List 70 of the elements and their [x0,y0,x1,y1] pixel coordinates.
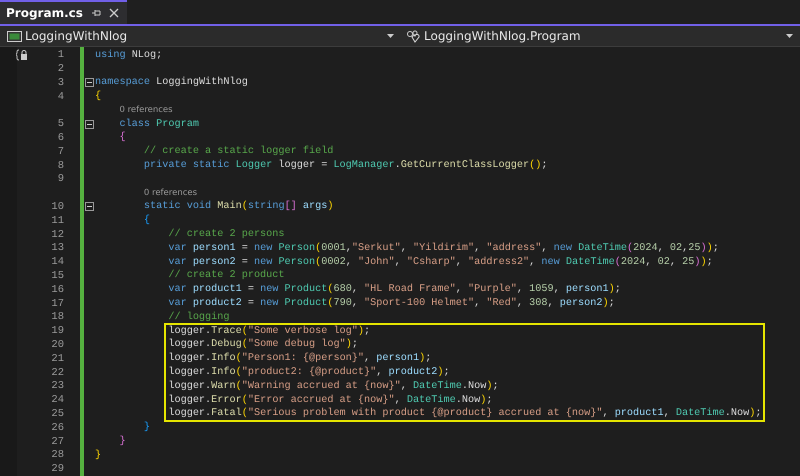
code-line: var product2 = new Product(790, "Sport-100 Helmet", "Red", 308, person2); [168,298,615,310]
line-number: 24 [51,394,64,406]
code-line: } [119,436,126,447]
references-codelens[interactable]: 0 references [119,104,173,115]
code-line: } [144,422,150,434]
code-line: logger.Warn("Warning accrued at {now}", DateTime.Now); [168,380,499,392]
line-number: 3 [58,76,64,89]
line-number: 16 [51,284,64,296]
code-line: using NLog; [95,50,162,61]
line-number: 6 [58,132,64,144]
code-line: // create a static logger field [144,146,334,158]
line-number: 5 [58,118,64,130]
collapse-icon[interactable] [85,78,94,88]
line-number: 19 [51,325,64,338]
line-number: 1 [58,49,64,62]
line-number: 11 [51,214,64,227]
code-line: var person2 = new Person(0002, "John", "Csharp", "address2", new DateTime(2024, 02, 25)); [168,256,713,268]
class-icon [406,30,421,43]
code-line: class Program [119,118,199,130]
line-number: 12 [51,228,64,241]
line-number: 13 [51,242,64,254]
code-line: logger.Info("Person1: {@person}", person1); [168,353,432,364]
line-number: 28 [51,449,64,462]
code-line: logger.Error("Error accrued at {now}", DateTime.Now); [168,394,492,406]
code-line: { [95,91,102,102]
code-line: private static Logger logger = LogManager.GetCurrentClassLogger(); [144,160,548,172]
line-number: 21 [51,352,64,365]
line-number: 25 [51,408,64,420]
line-number: 17 [51,298,64,310]
code-line: static void Main(string[] args) [144,201,334,212]
line-number: 26 [51,422,64,434]
file-tab[interactable]: Program.cs [0,0,127,24]
line-number: 29 [51,463,64,476]
caret-icon [786,34,793,38]
code-line: logger.Fatal("Serious problem with product {@product} accrued at {now}", product1, DateTime.Now); [168,408,762,420]
line-number: 22 [51,366,64,379]
line-number: 10 [51,200,64,213]
caret-icon [387,34,394,38]
code-line: logger.Debug("Some debug log"); [168,339,358,350]
code-line: } [95,450,102,461]
line-number: 23 [51,380,64,392]
line-number: 8 [58,160,64,172]
code-line: // create 2 product [168,270,285,282]
line-number: 15 [51,270,64,282]
code-line: var product1 = new Product(680, "HL Road Frame", "Purple", 1059, person1); [168,284,621,296]
code-line: logger.Info("product2: {@product}", product2); [168,367,450,378]
line-number: 18 [51,311,64,324]
code-line: logger.Trace("Some verbose log"); [168,326,370,337]
braces-lock-icon [16,49,30,62]
pin-icon[interactable] [90,8,101,18]
line-number: 7 [58,146,64,158]
line-number: 20 [51,338,64,351]
project-dropdown[interactable]: LoggingWithNlog [3,26,398,46]
code-line: // logging [168,312,230,323]
csharp-project-icon [7,30,22,42]
code-line: var person1 = new Person(0001,"Serkut", "Yildirim", "address", new DateTime(2024, 02,25)); [168,242,719,254]
collapse-icon[interactable] [85,202,94,212]
code-line: // create 2 persons [168,229,285,240]
collapse-icon[interactable] [85,120,94,129]
line-number: 9 [58,173,64,186]
close-icon[interactable] [108,8,119,18]
code-line: namespace LoggingWithNlog [95,77,248,88]
line-number: 27 [51,436,64,448]
line-number: 2 [58,62,64,75]
code-line: { [119,132,126,144]
references-codelens[interactable]: 0 references [144,188,198,198]
line-number: 14 [51,256,64,268]
code-line: { [144,215,150,226]
line-number: 4 [58,90,64,103]
member-dropdown[interactable]: LoggingWithNlog.Program [402,26,797,46]
